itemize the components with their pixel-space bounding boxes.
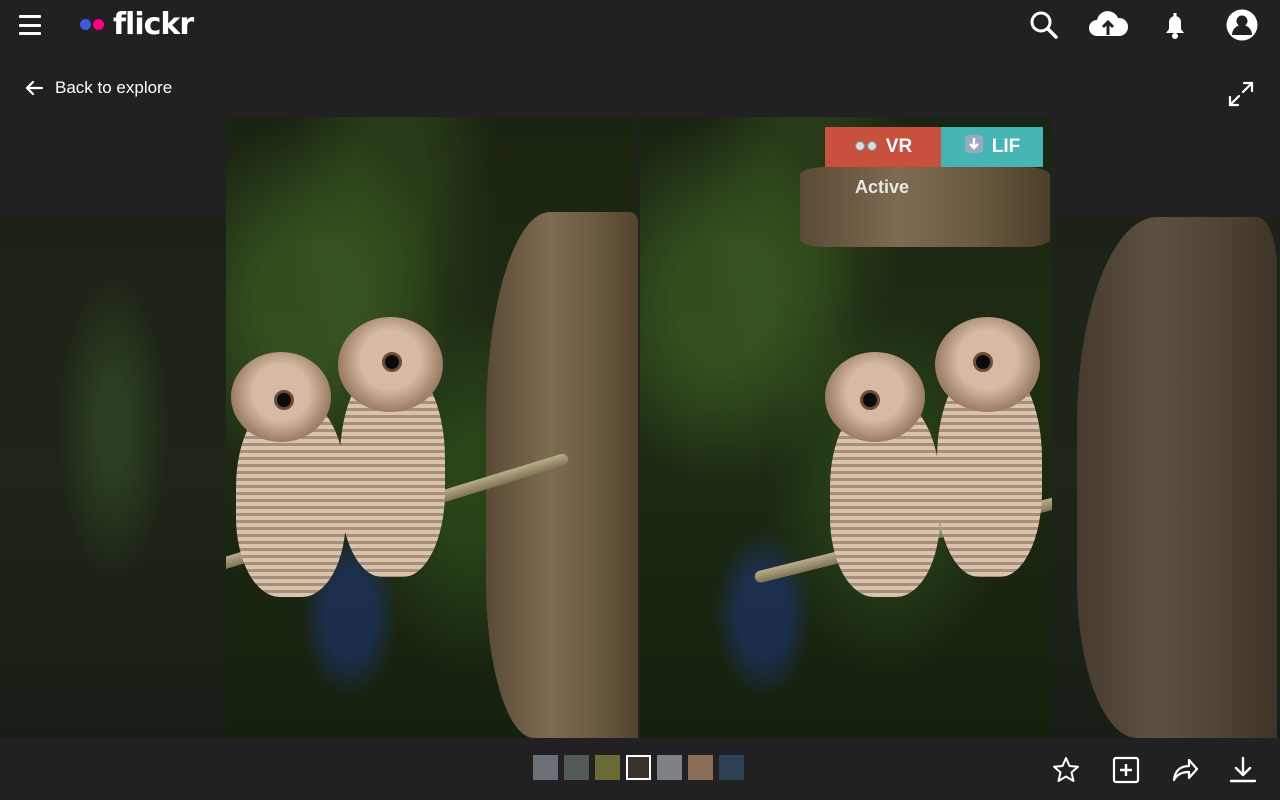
thumb-1[interactable] [533,755,558,780]
tree-trunk [800,167,1050,247]
fullscreen-expand-icon[interactable] [1227,80,1255,108]
thumb-2[interactable] [564,755,589,780]
upload-cloud-icon[interactable] [1087,8,1129,42]
back-label: Back to explore [55,78,173,97]
logo-blue-dot [80,18,91,30]
owl-eye [860,390,880,410]
back-to-explore-link[interactable]: Back to explore [24,76,172,100]
owl-eye [382,352,402,372]
thumb-3[interactable] [595,755,620,780]
thumb-5[interactable] [657,755,682,780]
thumb-6[interactable] [688,755,713,780]
account-icon[interactable] [1225,8,1259,42]
bell-icon[interactable] [1158,8,1192,42]
lif-button[interactable]: LIF [941,127,1043,167]
thumb-4[interactable] [626,755,651,780]
owl-eye [274,390,294,410]
flickr-logo[interactable]: flickr [80,6,194,42]
filmstrip [533,755,744,780]
logo-text: flickr [113,6,194,42]
photo-stage[interactable] [0,117,1280,738]
stereo-photo-left [226,117,638,738]
status-label: Active [855,177,910,197]
stereo-photo-right [640,117,1052,738]
download-icon[interactable] [1229,756,1257,784]
vr-button[interactable]: VR [825,127,941,167]
favorite-star-icon[interactable] [1052,756,1080,784]
download-arrow-icon [964,134,984,160]
logo-pink-dot [93,18,104,30]
lif-label: LIF [991,136,1021,157]
add-to-gallery-icon[interactable] [1112,756,1140,784]
share-icon[interactable] [1171,756,1199,784]
top-navigation: flickr [0,0,1280,52]
menu-icon[interactable] [19,15,41,35]
glasses-icon [854,136,878,158]
thumb-7[interactable] [719,755,744,780]
owl-eye [973,352,993,372]
vr-label: VR [885,136,913,157]
blurred-background-left [0,217,226,738]
search-icon[interactable] [1027,8,1061,42]
tree-trunk [1077,217,1277,738]
blurred-background-right [1052,217,1280,738]
arrow-left-icon [25,80,44,96]
